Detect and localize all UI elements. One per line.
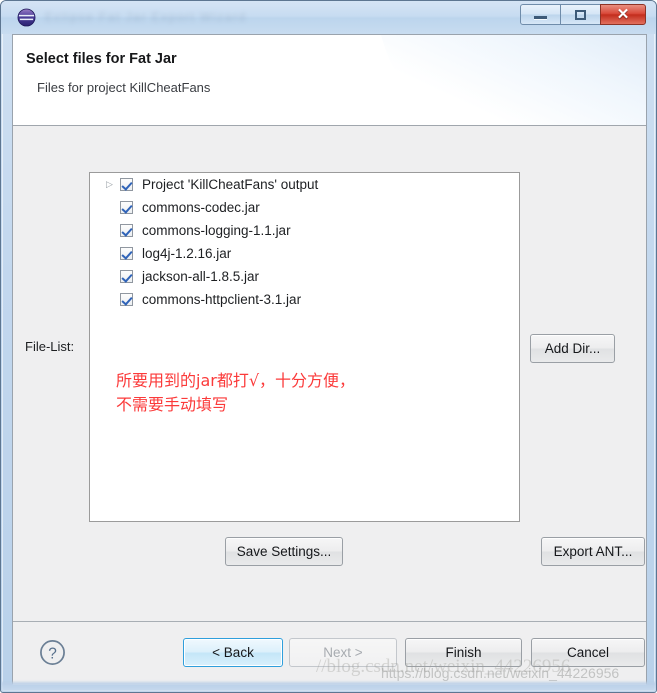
list-item-label: commons-logging-1.1.jar xyxy=(142,223,291,238)
wizard-footer: ? < Back Next > Finish Cancel xyxy=(13,621,646,685)
checkbox-checked-icon[interactable] xyxy=(120,247,133,260)
finish-button[interactable]: Finish xyxy=(405,638,522,667)
checkbox-checked-icon[interactable] xyxy=(120,224,133,237)
minimize-button[interactable] xyxy=(520,4,561,25)
list-item[interactable]: ▷ Project 'KillCheatFans' output xyxy=(90,173,519,196)
page-description: Files for project KillCheatFans xyxy=(37,80,211,95)
maximize-button[interactable] xyxy=(560,4,601,25)
checkbox-checked-icon[interactable] xyxy=(120,270,133,283)
list-item-label: commons-httpclient-3.1.jar xyxy=(142,292,302,307)
expand-arrow-icon[interactable]: ▷ xyxy=(104,180,120,189)
list-item[interactable]: ▷ commons-codec.jar xyxy=(90,196,519,219)
close-icon: ✕ xyxy=(616,6,630,23)
svg-text:?: ? xyxy=(48,645,57,662)
next-button: Next > xyxy=(289,638,397,667)
file-list-label: File-List: xyxy=(25,339,75,354)
dialog-window: Eclipse Fat Jar Export Wizard ✕ Select f… xyxy=(0,0,657,693)
window-bottom-edge xyxy=(1,682,656,692)
wizard-header: Select files for Fat Jar Files for proje… xyxy=(13,35,646,126)
close-button[interactable]: ✕ xyxy=(600,4,646,25)
list-item-label: log4j-1.2.16.jar xyxy=(142,246,232,261)
dialog-client-area: Select files for Fat Jar Files for proje… xyxy=(12,34,647,685)
list-item[interactable]: ▷ jackson-all-1.8.5.jar xyxy=(90,265,519,288)
red-annotation-text: 所要用到的jar都打√，十分方便， 不需要手动填写 xyxy=(116,371,356,414)
list-item[interactable]: ▷ commons-logging-1.1.jar xyxy=(90,219,519,242)
minimize-icon xyxy=(534,16,547,19)
file-list-panel[interactable]: ▷ Project 'KillCheatFans' output ▷ commo… xyxy=(89,172,520,522)
add-dir-button[interactable]: Add Dir... xyxy=(530,334,615,363)
checkbox-checked-icon[interactable] xyxy=(120,178,133,191)
back-button[interactable]: < Back xyxy=(183,638,283,667)
wizard-body: File-List: ▷ Project 'KillCheatFans' out… xyxy=(13,126,646,621)
title-bar[interactable]: Eclipse Fat Jar Export Wizard ✕ xyxy=(1,1,656,34)
list-item[interactable]: ▷ commons-httpclient-3.1.jar xyxy=(90,288,519,311)
window-title-text: Eclipse Fat Jar Export Wizard xyxy=(45,10,247,24)
checkbox-checked-icon[interactable] xyxy=(120,201,133,214)
list-item-label: jackson-all-1.8.5.jar xyxy=(142,269,260,284)
header-decoration xyxy=(376,35,646,125)
eclipse-globe-icon xyxy=(17,8,36,27)
page-title: Select files for Fat Jar xyxy=(26,51,177,67)
maximize-icon xyxy=(575,9,586,20)
help-icon[interactable]: ? xyxy=(39,639,66,666)
export-ant-button[interactable]: Export ANT... xyxy=(541,537,645,566)
list-item-label: commons-codec.jar xyxy=(142,200,260,215)
cancel-button[interactable]: Cancel xyxy=(531,638,645,667)
save-settings-button[interactable]: Save Settings... xyxy=(225,537,343,566)
checkbox-checked-icon[interactable] xyxy=(120,293,133,306)
list-item-label: Project 'KillCheatFans' output xyxy=(142,177,319,192)
list-item[interactable]: ▷ log4j-1.2.16.jar xyxy=(90,242,519,265)
